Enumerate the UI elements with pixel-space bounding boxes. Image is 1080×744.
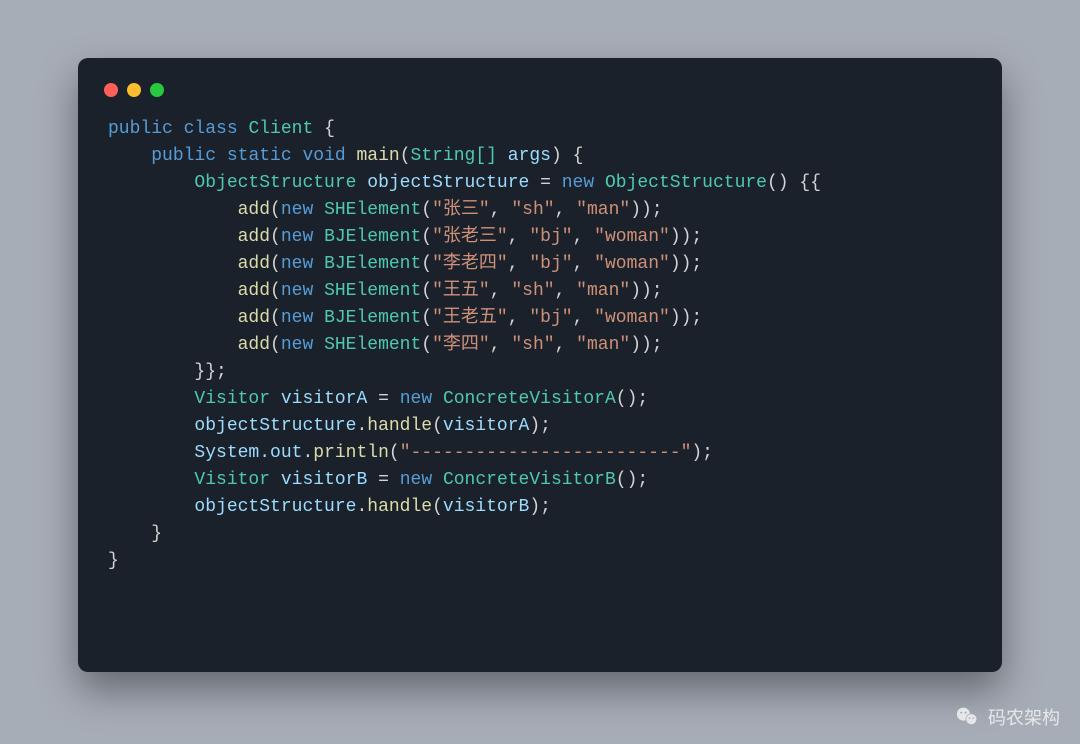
kw-public: public [108, 119, 173, 139]
zoom-icon[interactable] [150, 83, 164, 97]
window-controls [78, 58, 1002, 102]
code-window: public class Client { public static void… [78, 58, 1002, 672]
watermark-text: 码农架构 [988, 704, 1060, 730]
wechat-icon [954, 704, 980, 730]
class-name: Client [248, 119, 313, 139]
minimize-icon[interactable] [127, 83, 141, 97]
kw-class: class [184, 119, 238, 139]
method-name: main [357, 146, 400, 166]
code-block: public class Client { public static void… [78, 102, 1002, 605]
watermark: 码农架构 [954, 704, 1060, 730]
close-icon[interactable] [104, 83, 118, 97]
